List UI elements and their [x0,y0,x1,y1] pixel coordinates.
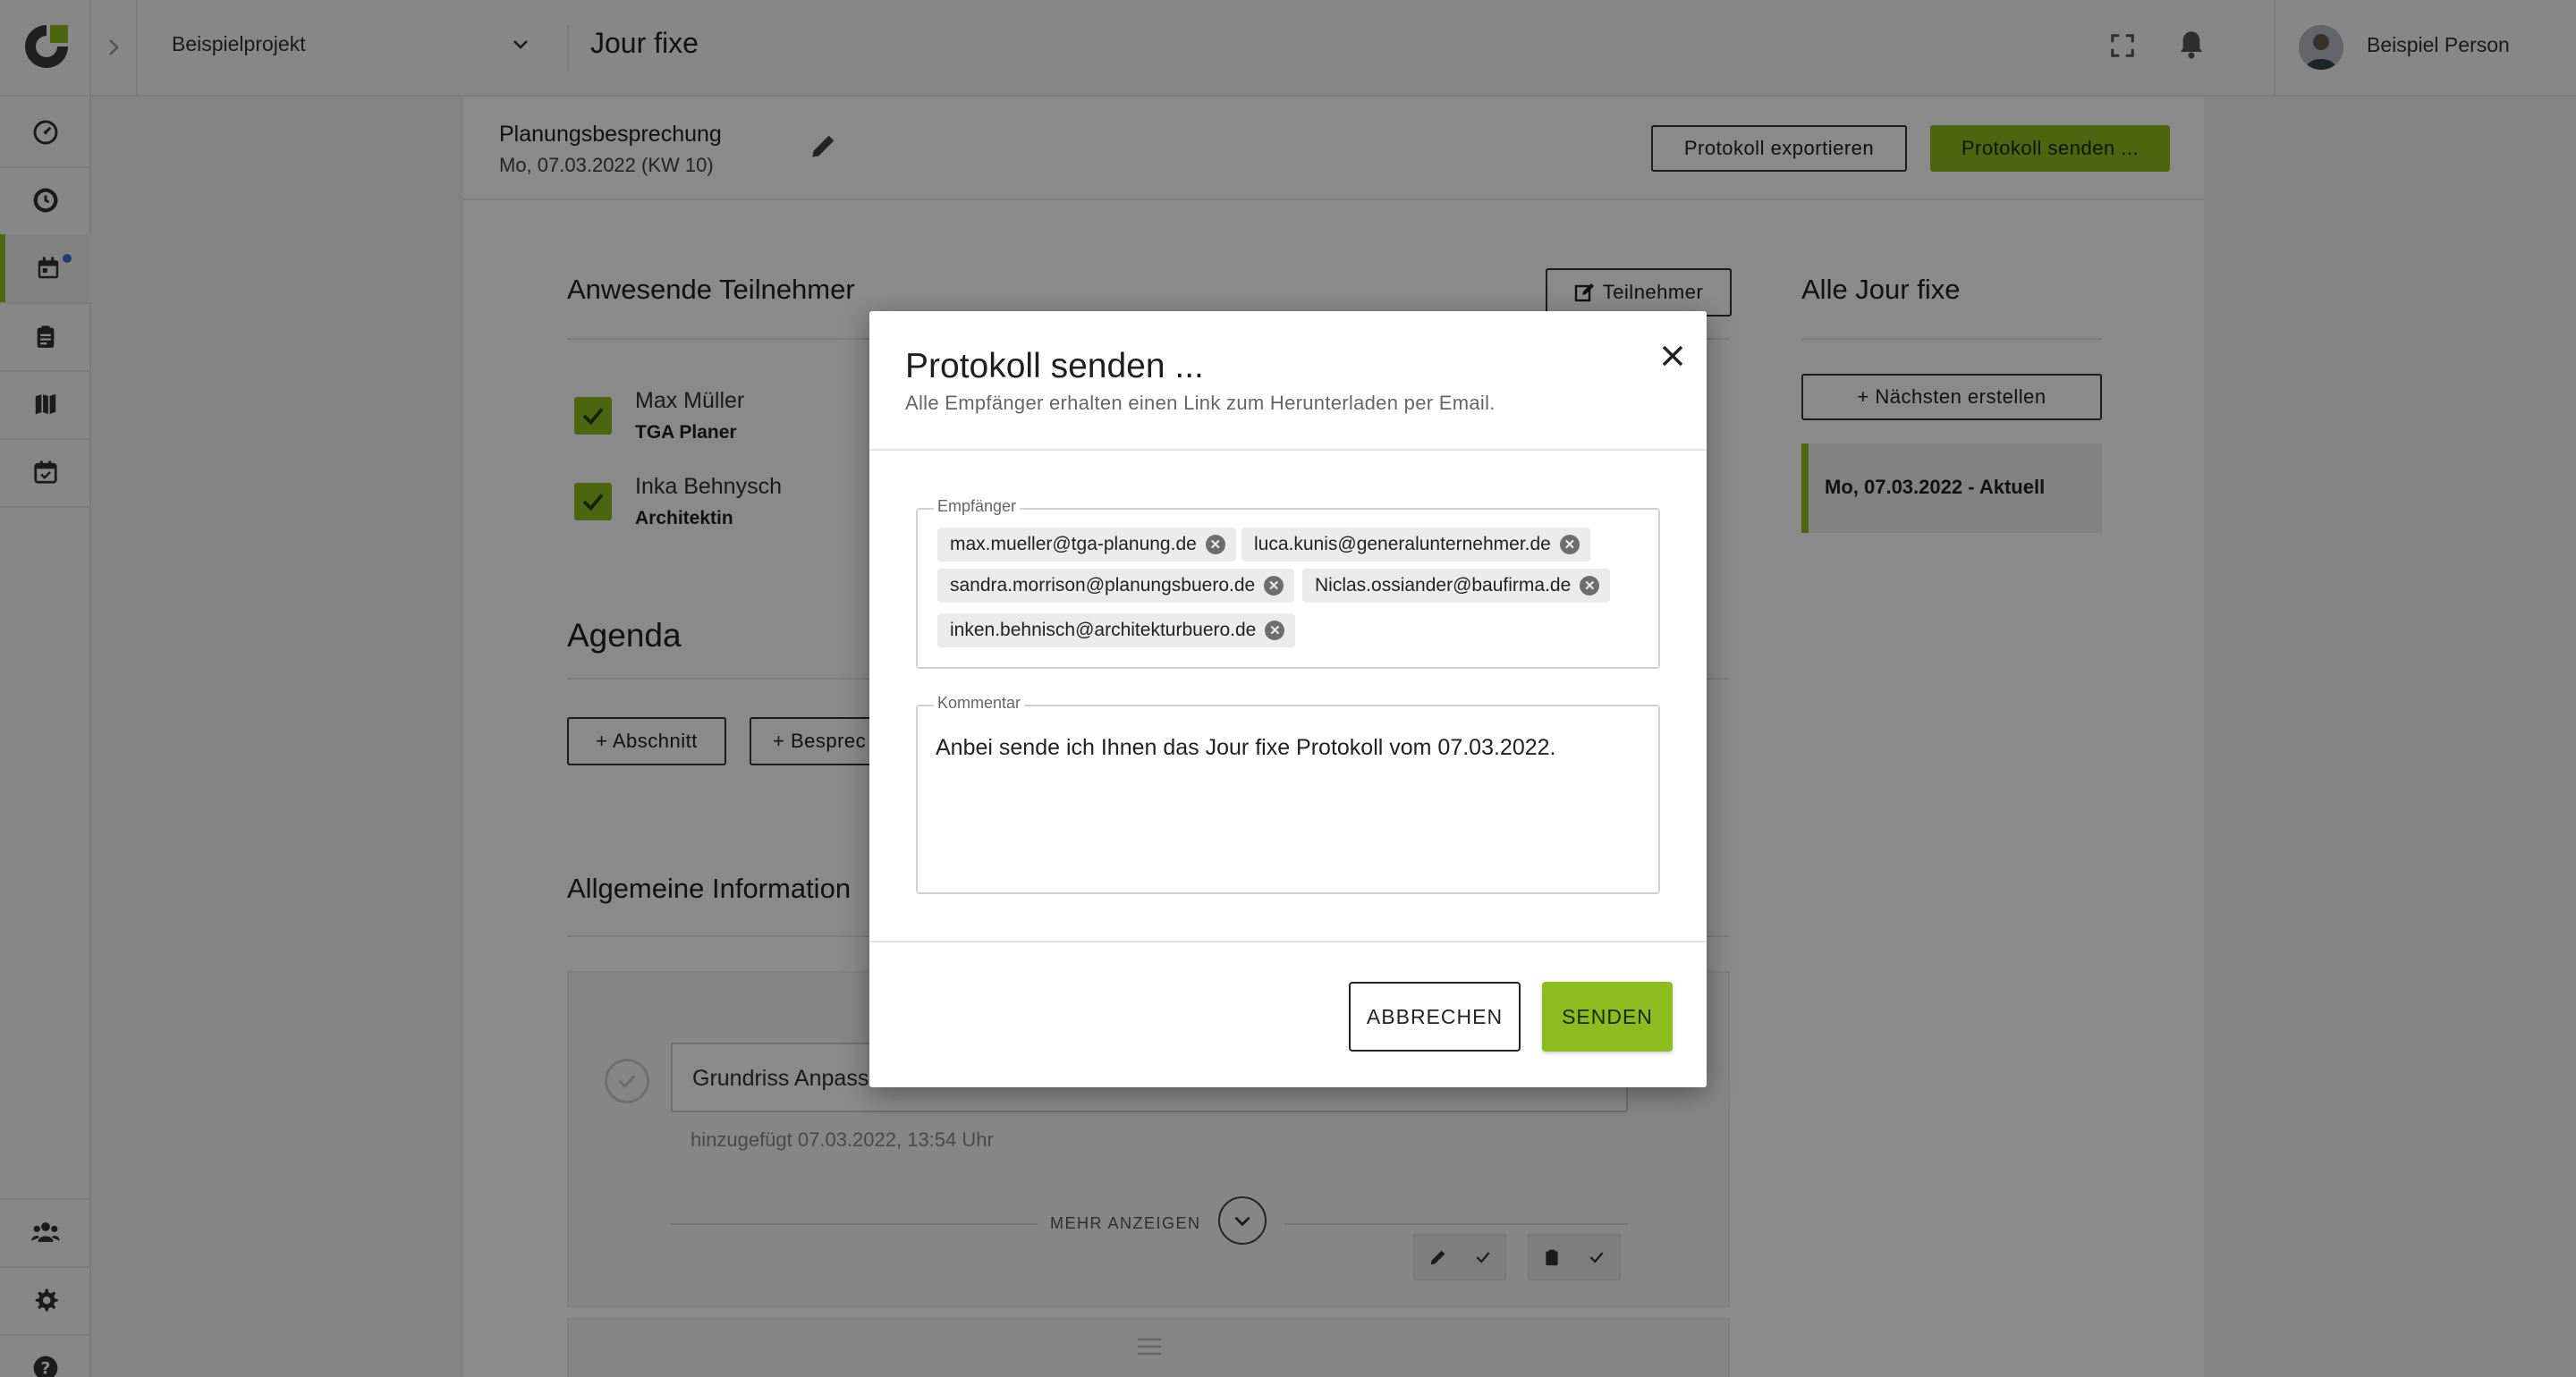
dialog-footer: ABBRECHEN SENDEN [869,941,1707,1087]
send-protocol-dialog: Protokoll senden ... Alle Empfänger erha… [869,311,1707,1087]
close-button[interactable] [1653,336,1692,376]
close-icon [1662,345,1683,367]
recipient-chip: inken.behnisch@architekturbuero.de ✕ [937,613,1296,647]
remove-recipient-icon[interactable]: ✕ [1559,535,1580,554]
comment-field[interactable]: Kommentar Anbei sende ich Ihnen das Jour… [916,694,1660,894]
comment-label: Kommentar [934,694,1025,713]
dialog-subtitle: Alle Empfänger erhalten einen Link zum H… [905,392,1496,414]
remove-recipient-icon[interactable]: ✕ [1264,576,1284,596]
dialog-header: Protokoll senden ... Alle Empfänger erha… [869,311,1707,451]
send-button[interactable]: SENDEN [1542,982,1673,1052]
recipient-chip: luca.kunis@generalunternehmer.de ✕ [1241,528,1590,562]
recipient-chip: max.mueller@tga-planung.de ✕ [937,528,1236,562]
recipients-label: Empfänger [934,497,1021,516]
remove-recipient-icon[interactable]: ✕ [1265,621,1285,640]
comment-textarea[interactable]: Anbei sende ich Ihnen das Jour fixe Prot… [936,735,1556,761]
recipient-email: inken.behnisch@architekturbuero.de [950,620,1257,640]
recipient-chip: Niclas.ossiander@baufirma.de ✕ [1302,569,1611,603]
recipient-email: sandra.morrison@planungsbuero.de [950,575,1256,596]
remove-recipient-icon[interactable]: ✕ [1580,576,1600,596]
recipient-email: Niclas.ossiander@baufirma.de [1315,575,1572,596]
recipient-chip: sandra.morrison@planungsbuero.de ✕ [937,569,1295,603]
remove-recipient-icon[interactable]: ✕ [1205,535,1225,554]
cancel-button[interactable]: ABBRECHEN [1349,982,1521,1052]
dialog-title: Protokoll senden ... [905,347,1204,385]
recipient-email: luca.kunis@generalunternehmer.de [1254,534,1551,554]
recipient-email: max.mueller@tga-planung.de [950,534,1197,554]
recipients-field[interactable]: Empfänger max.mueller@tga-planung.de ✕ l… [916,497,1660,669]
